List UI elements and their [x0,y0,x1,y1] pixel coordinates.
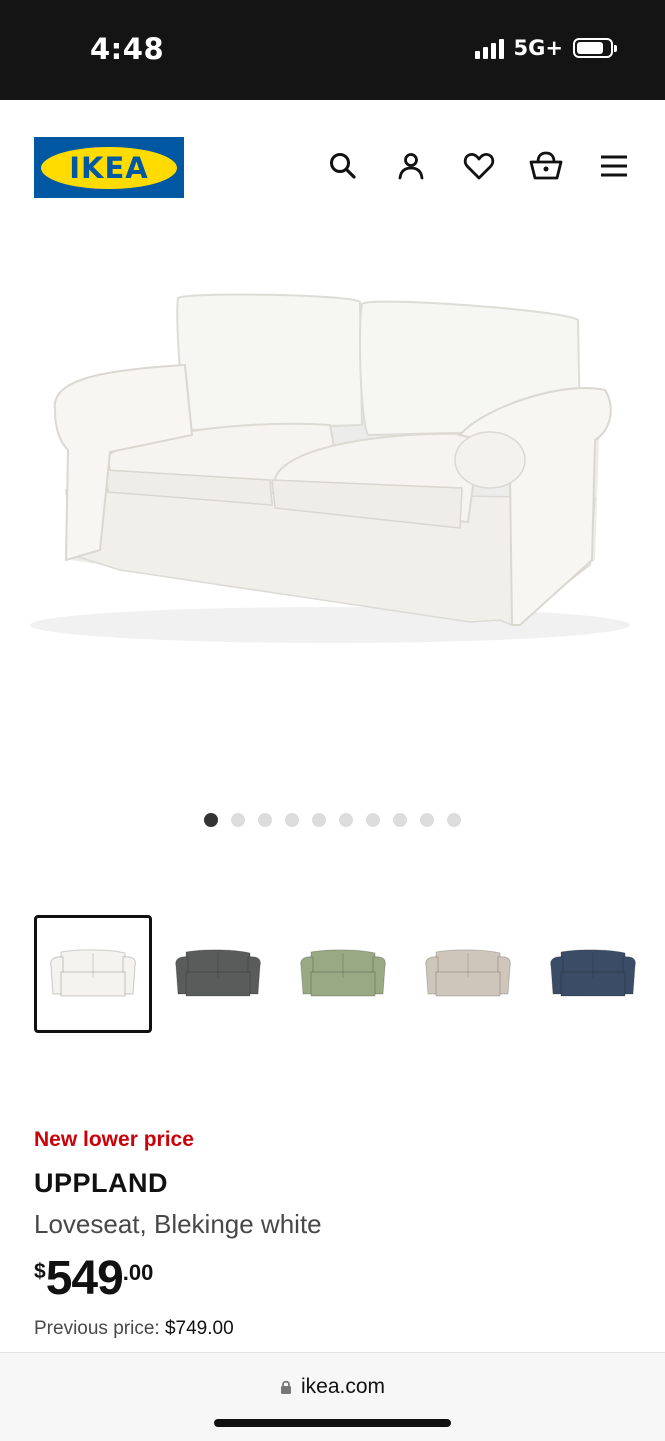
menu-icon[interactable] [596,148,632,184]
previous-price-value: $749.00 [164,1318,234,1339]
battery-icon [573,38,617,58]
url-text: ikea.com [300,1375,386,1398]
network-label: 5G+ [513,36,563,60]
price: $ 549 .00 [34,1254,634,1304]
product-name: UPPLAND [34,1168,169,1198]
price-currency: $ [34,1260,46,1283]
heart-icon[interactable] [461,148,497,184]
status-bar: 4:48 5G+ [0,0,665,100]
pager-dot[interactable] [366,813,380,827]
pager-dot[interactable] [204,813,218,827]
pager-dot[interactable] [393,813,407,827]
pager-dot[interactable] [258,813,272,827]
browser-bar: ikea.com [0,1352,665,1441]
image-pager[interactable] [0,813,665,827]
product-image[interactable] [0,230,665,790]
status-indicators: 5G+ [474,36,617,60]
price-decimal: .00 [122,1260,154,1285]
pager-dot[interactable] [285,813,299,827]
color-options [34,915,652,1033]
search-icon[interactable] [325,148,361,184]
ikea-logo[interactable]: IKEA ® [34,137,184,198]
color-swatch[interactable] [159,915,277,1033]
product-info: New lower price UPPLAND Loveseat, Blekin… [34,1128,634,1340]
pager-dot[interactable] [420,813,434,827]
signal-icon [474,37,504,59]
cart-icon[interactable] [528,148,564,184]
pager-dot[interactable] [447,813,461,827]
color-swatch[interactable] [409,915,527,1033]
product-description: Loveseat, Blekinge white [34,1209,322,1239]
previous-price-label: Previous price: [34,1318,165,1339]
account-icon[interactable] [393,148,429,184]
color-swatch[interactable] [534,915,652,1033]
pager-dot[interactable] [312,813,326,827]
color-swatch[interactable] [34,915,152,1033]
status-time: 4:48 [90,32,165,66]
site-header: IKEA ® [0,100,665,230]
previous-price: Previous price: $749.00 [34,1318,634,1340]
address-bar[interactable]: ikea.com [0,1375,665,1399]
pager-dot[interactable] [339,813,353,827]
price-main: 549 [45,1252,124,1305]
logo-text: IKEA [69,150,149,185]
home-indicator[interactable] [214,1419,451,1427]
lock-icon [280,1380,291,1394]
pager-dot[interactable] [231,813,245,827]
promo-label: New lower price [34,1128,194,1151]
color-swatch[interactable] [284,915,402,1033]
